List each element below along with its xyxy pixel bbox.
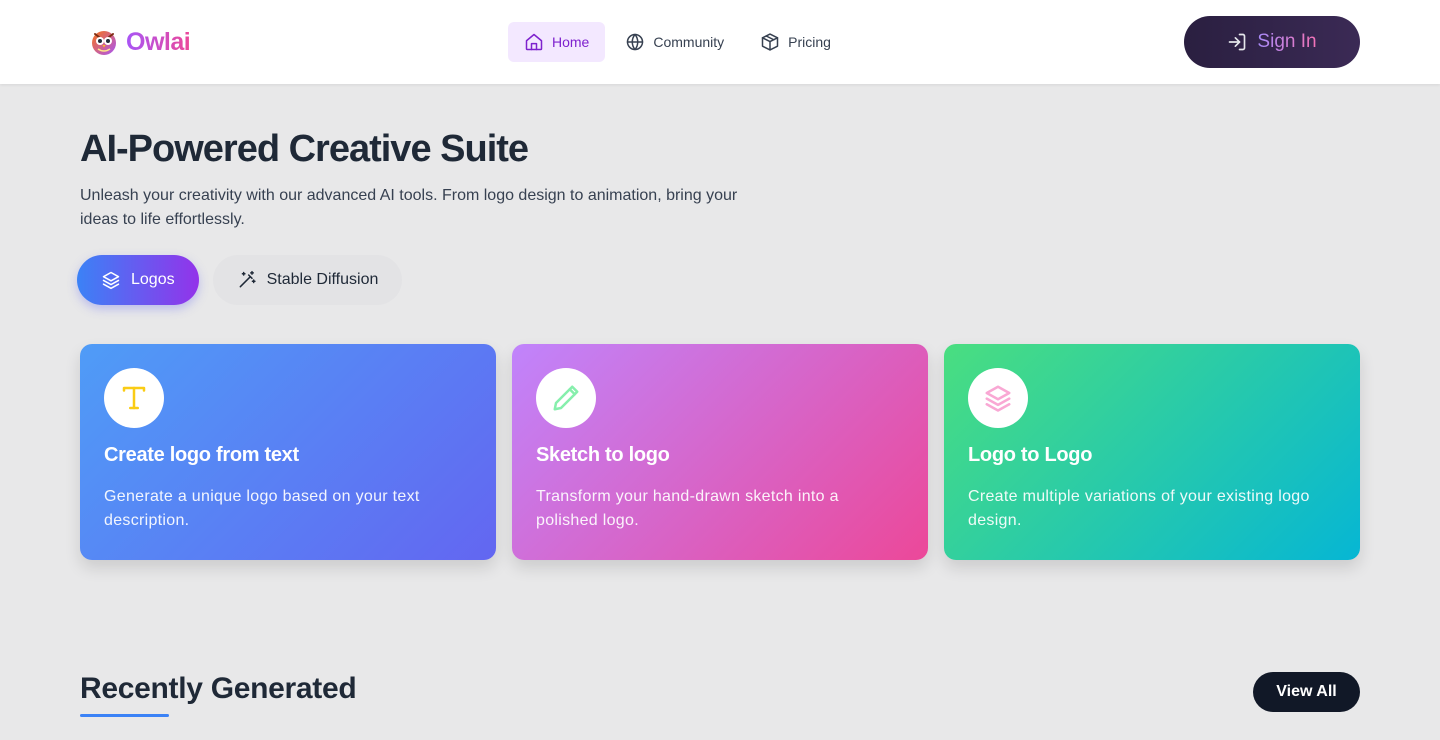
layers-icon [102, 271, 120, 290]
nav-label-pricing: Pricing [788, 34, 831, 50]
layers-icon [985, 385, 1011, 412]
pencil-icon [553, 385, 579, 411]
magic-wand-icon [239, 270, 256, 288]
tab-label-stable-diffusion: Stable Diffusion [266, 271, 379, 288]
card-icon-wrap [104, 368, 164, 428]
page-subtitle: Unleash your creativity with our advance… [80, 187, 738, 228]
heading-underline [80, 714, 169, 717]
card-description: Generate a unique logo based on your tex… [104, 488, 420, 529]
card-sketch-to-logo[interactable]: Sketch to logo Transform your hand-drawn… [512, 344, 928, 560]
card-icon-wrap [968, 368, 1028, 428]
nav-label-community: Community [653, 34, 725, 50]
sign-in-button[interactable]: Sign In [1184, 16, 1360, 68]
tool-tabs: Logos Stable Diffusion [77, 255, 403, 305]
card-title: Sketch to logo [536, 444, 670, 466]
globe-icon [627, 33, 644, 51]
recently-generated-heading: Recently Generated [80, 672, 357, 705]
nav-item-community[interactable]: Community [609, 22, 740, 62]
box-icon [761, 33, 779, 51]
card-create-logo-from-text[interactable]: Create logo from text Generate a unique … [80, 344, 496, 560]
text-t-icon [122, 386, 146, 410]
nav-item-home[interactable]: Home [508, 22, 606, 62]
nav-label-home: Home [552, 34, 590, 50]
view-all-button[interactable]: View All [1253, 672, 1360, 712]
nav-item-pricing[interactable]: Pricing [744, 22, 847, 62]
owl-logo-icon [92, 31, 116, 55]
main-nav: Home Community Pricing [508, 22, 847, 62]
home-icon [525, 33, 543, 51]
tab-label-logos: Logos [131, 271, 175, 288]
card-icon-wrap [536, 368, 596, 428]
brand-name: Owlai [126, 27, 191, 56]
sign-in-label: Sign In [1257, 31, 1317, 52]
sign-in-icon [1229, 33, 1246, 51]
top-header: Owlai Home Community Pricing Sign In [0, 0, 1440, 84]
card-description: Transform your hand-drawn sketch into a … [536, 488, 839, 529]
tab-stable-diffusion[interactable]: Stable Diffusion [212, 255, 403, 305]
card-title: Logo to Logo [968, 444, 1093, 466]
page-title: AI-Powered Creative Suite [80, 128, 529, 170]
brand-link[interactable]: Owlai [90, 26, 191, 58]
card-description: Create multiple variations of your exist… [968, 488, 1310, 529]
card-title: Create logo from text [104, 444, 299, 466]
card-logo-to-logo[interactable]: Logo to Logo Create multiple variations … [944, 344, 1360, 560]
tab-logos[interactable]: Logos [77, 255, 199, 305]
